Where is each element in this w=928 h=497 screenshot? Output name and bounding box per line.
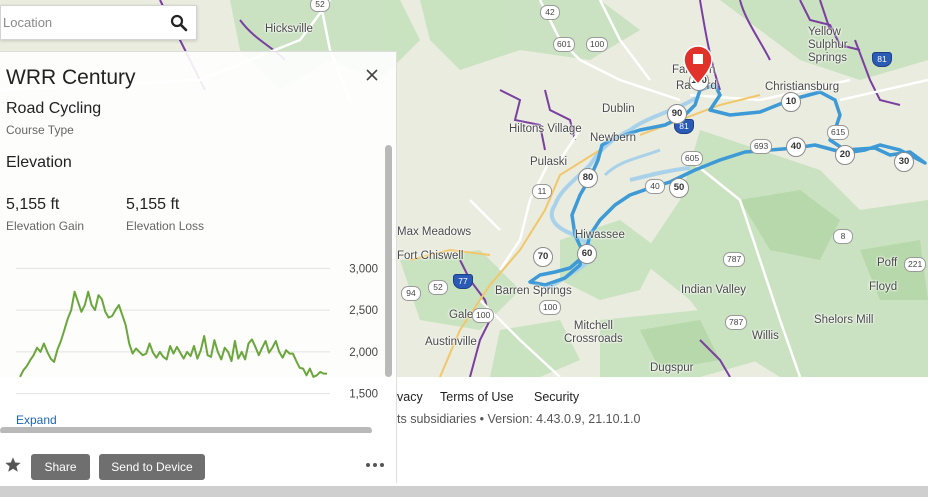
road-shield: 52 (310, 0, 330, 12)
place-label: Christiansburg (765, 81, 840, 93)
road-shield: 605 (681, 151, 704, 166)
road-shield: 52 (428, 280, 448, 295)
course-type-label: Course Type (6, 123, 74, 137)
road-shield: 8 (833, 229, 853, 244)
road-shield: 787 (725, 315, 748, 330)
road-shield: 693 (750, 139, 773, 154)
road-shield: 615 (827, 125, 850, 140)
elevation-gain-value: 5,155 ft (6, 196, 60, 213)
star-icon[interactable] (4, 456, 22, 474)
road-shield: 100 (539, 300, 562, 315)
elevation-chart[interactable]: 3,000 2,500 2,000 1,500 (0, 252, 384, 414)
place-label: Yellow Sulphur Springs (808, 26, 848, 64)
road-shield: 94 (401, 286, 421, 301)
place-label: Fort Chiswell (397, 250, 464, 262)
place-label: Willis (752, 330, 779, 342)
course-action-bar: Share Send to Device (0, 433, 397, 483)
chart-y-tick-label: 1,500 (349, 389, 378, 401)
location-search-input[interactable] (1, 6, 161, 39)
place-label: Shelors Mill (814, 314, 874, 326)
place-label: Austinville (425, 336, 477, 348)
course-title: WRR Century (6, 66, 136, 89)
place-label: Hiwassee (575, 229, 625, 241)
elevation-heading: Elevation (6, 154, 72, 171)
elevation-loss-label: Elevation Loss (126, 219, 205, 233)
mile-marker: 70 (533, 247, 553, 267)
expand-link[interactable]: Expand (16, 413, 57, 427)
site-footer: vacy Terms of Use Security ts subsidiari… (397, 377, 928, 483)
close-icon[interactable] (362, 65, 382, 85)
search-icon[interactable] (170, 14, 188, 32)
elevation-profile-line (19, 290, 327, 378)
chart-y-tick-label: 3,000 (349, 263, 378, 275)
place-label: Hicksville (265, 23, 313, 35)
place-label: Dugspur (650, 362, 694, 374)
footer-link-privacy[interactable]: vacy (397, 390, 423, 404)
place-label: Dublin (602, 103, 635, 115)
road-shield: 100 (586, 37, 609, 52)
place-label: Floyd (869, 281, 898, 293)
place-label: Indian Valley (681, 284, 746, 296)
share-button[interactable]: Share (31, 454, 90, 480)
road-shield: 100 (472, 308, 495, 323)
mile-marker: 50 (669, 178, 689, 198)
mile-marker: 30 (894, 152, 914, 172)
interstate-shield: 77 (453, 274, 473, 289)
chart-y-tick-label: 2,000 (349, 347, 378, 359)
course-details-panel: WRR Century Road Cycling Course Type Ele… (0, 51, 397, 477)
elevation-gain-label: Elevation Gain (6, 219, 85, 233)
place-label: Max Meadows (397, 226, 472, 238)
place-label: Pulaski (530, 156, 568, 168)
footer-link-terms[interactable]: Terms of Use (440, 390, 514, 404)
place-label: Poff (877, 257, 898, 269)
footer-version-text: ts subsidiaries • Version: 4.43.0.9, 21.… (397, 412, 641, 426)
place-label: Newbern (590, 132, 637, 144)
road-shield: 11 (532, 184, 552, 199)
footer-link-security[interactable]: Security (534, 390, 579, 404)
road-shield: 221 (904, 257, 927, 272)
location-search (0, 5, 197, 40)
mile-marker: 40 (786, 137, 806, 157)
road-shield: 40 (645, 179, 665, 194)
elevation-loss-value: 5,155 ft (126, 196, 180, 213)
road-shield: 601 (553, 37, 576, 52)
page-horizontal-scrollbar[interactable] (0, 486, 928, 497)
mile-marker: 10 (781, 92, 801, 112)
interstate-shield: 81 (872, 52, 892, 67)
place-label: Hiltons Village (509, 123, 582, 135)
course-type-value: Road Cycling (6, 100, 102, 117)
more-icon[interactable] (364, 458, 386, 472)
map-pin-icon[interactable] (683, 45, 713, 85)
place-label: Mitchell Crossroads (564, 320, 623, 345)
road-shield: 42 (540, 5, 560, 20)
send-to-device-button[interactable]: Send to Device (99, 454, 205, 480)
place-label: Barren Springs (495, 285, 572, 297)
mile-marker: 90 (667, 104, 687, 124)
chart-y-tick-label: 2,500 (349, 305, 378, 317)
mile-marker: 60 (577, 244, 597, 264)
road-shield: 787 (723, 252, 746, 267)
mile-marker: 80 (578, 168, 598, 188)
panel-vertical-scrollbar[interactable] (385, 145, 392, 377)
app-root: Hicksville Yellow Sulphur Springs Fairla… (0, 0, 928, 497)
mile-marker: 20 (835, 145, 855, 165)
